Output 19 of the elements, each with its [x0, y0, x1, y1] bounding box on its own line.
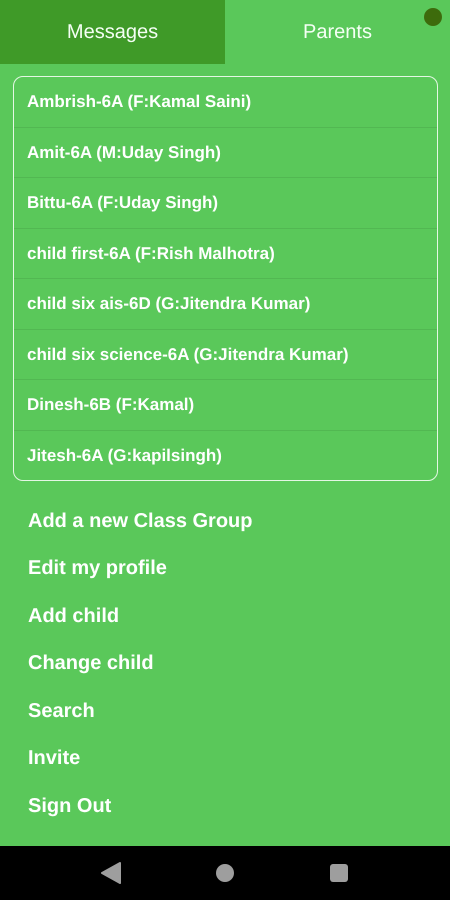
- menu-item[interactable]: Add a new Class Group: [28, 510, 252, 532]
- back-icon[interactable]: [101, 862, 121, 884]
- menu-item[interactable]: Invite: [28, 747, 80, 770]
- menu-item[interactable]: Edit my profile: [28, 557, 167, 580]
- parent-list-item[interactable]: Jitesh-6A (G:kapilsingh): [14, 430, 437, 480]
- parent-list-item[interactable]: Bittu-6A (F:Uday Singh): [14, 178, 437, 228]
- parent-list-item[interactable]: child six science-6A (G:Jitendra Kumar): [14, 330, 437, 380]
- menu-item[interactable]: Add child: [28, 604, 120, 628]
- menu-item[interactable]: Search: [28, 700, 95, 722]
- menu-item[interactable]: Sign Out: [28, 794, 112, 818]
- parent-list-item[interactable]: Ambrish-6A (F:Kamal Saini): [14, 77, 437, 128]
- parent-list-item[interactable]: child six ais-6D (G:Jitendra Kumar): [14, 279, 437, 330]
- parent-list-item[interactable]: Amit-6A (M:Uday Singh): [14, 128, 437, 178]
- parent-list-item[interactable]: Dinesh-6B (F:Kamal): [14, 380, 437, 430]
- tab[interactable]: Messages: [0, 0, 225, 64]
- recents-icon[interactable]: [329, 863, 349, 883]
- menu-item[interactable]: Change child: [28, 652, 154, 675]
- home-icon[interactable]: [215, 863, 235, 883]
- parent-list-item[interactable]: child first-6A (F:Rish Malhotra): [14, 228, 437, 279]
